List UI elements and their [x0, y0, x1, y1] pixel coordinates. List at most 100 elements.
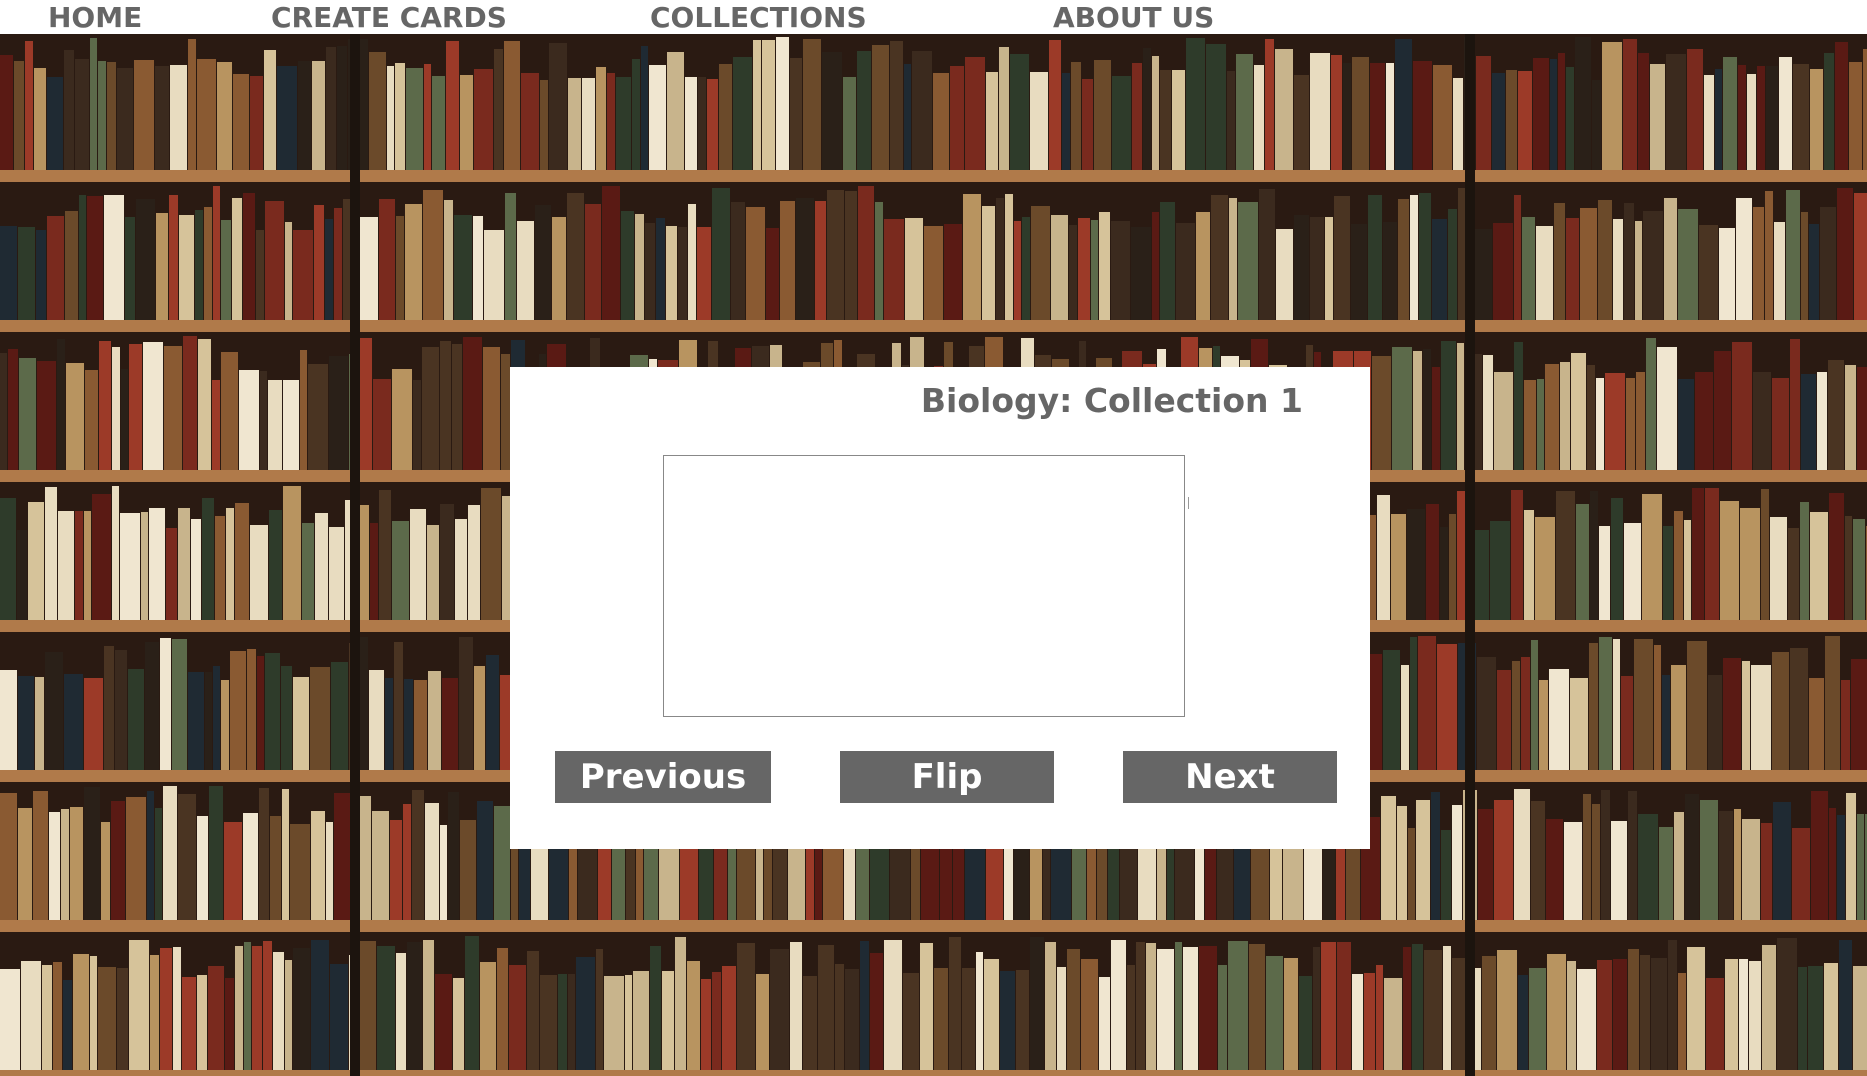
book-spine [73, 954, 89, 1070]
book-spine [1014, 221, 1021, 320]
book-spine [1369, 654, 1382, 770]
book-spine [369, 670, 384, 770]
book-spine [1005, 194, 1013, 320]
book-spine [1772, 652, 1789, 770]
book-spine [776, 37, 789, 170]
book-spine [558, 974, 567, 1070]
book-spine [780, 201, 795, 320]
book-spine [208, 966, 224, 1070]
book-spine [87, 196, 103, 320]
book-spine [1152, 212, 1159, 320]
book-spine [1564, 822, 1582, 920]
book-spine [141, 512, 148, 620]
book-spine [47, 77, 63, 170]
book-spine [34, 68, 46, 170]
book-spine [1845, 365, 1856, 470]
book-spine [37, 361, 56, 470]
book-spine [1829, 493, 1844, 620]
book-spine [1837, 188, 1853, 320]
book-spine [1423, 349, 1431, 470]
book-spine [1664, 198, 1677, 320]
book-spine [1368, 195, 1382, 320]
book-spine [1699, 225, 1718, 320]
book-spine [1372, 356, 1391, 470]
book-spine [1611, 498, 1623, 620]
book-spine [474, 666, 485, 770]
book-spine [1493, 223, 1513, 320]
book-spine [1537, 379, 1544, 470]
book-spine [197, 816, 208, 920]
book-spine [1566, 67, 1574, 170]
book-spine [61, 809, 69, 920]
nav-create-cards-link[interactable]: CREATE CARDS [271, 0, 507, 34]
book-spine [70, 807, 83, 920]
book-spine [1628, 949, 1639, 1070]
book-spine [1706, 978, 1724, 1070]
book-spine [8, 349, 18, 470]
nav-collections-link[interactable]: COLLECTIONS [650, 0, 867, 34]
book-spine [540, 80, 548, 170]
book-spine [233, 74, 249, 170]
previous-button[interactable]: Previous [555, 751, 771, 803]
book-spine [1761, 823, 1772, 920]
book-spine [737, 943, 755, 1070]
shelf-post [350, 34, 360, 1076]
book-spine [1687, 49, 1703, 170]
book-spine [875, 202, 883, 320]
book-spine [1186, 38, 1205, 170]
book-spine [984, 959, 999, 1070]
book-spine [731, 202, 745, 320]
book-spine [1352, 57, 1369, 170]
book-spine [1732, 342, 1752, 470]
book-spine [1704, 75, 1714, 170]
book-spine [884, 940, 902, 1070]
book-spine [753, 40, 761, 170]
book-spine [1160, 70, 1171, 170]
book-spine [1738, 65, 1746, 170]
flashcard-text [664, 456, 1184, 496]
flip-button[interactable]: Flip [840, 751, 1054, 803]
book-spine [259, 788, 269, 920]
book-spine [197, 975, 207, 1070]
book-spine [1514, 342, 1523, 470]
book-spine [265, 201, 284, 320]
book-spine [53, 962, 62, 1070]
book-spine [1790, 648, 1808, 770]
book-spine [1824, 963, 1838, 1070]
book-spine [25, 41, 33, 170]
book-spine [395, 63, 405, 170]
book-spine [688, 204, 696, 320]
nav-about-us-link[interactable]: ABOUT US [1053, 0, 1214, 34]
book-spine [1521, 657, 1530, 770]
book-spine [1196, 212, 1210, 320]
book-spine [126, 797, 146, 920]
book-spine [1265, 39, 1274, 170]
book-spine [1334, 196, 1350, 320]
book-spine [835, 964, 844, 1070]
book-spine [149, 508, 165, 620]
book-spine [396, 216, 404, 320]
book-spine [84, 787, 100, 920]
book-spine [1431, 792, 1440, 920]
book-spine [221, 352, 238, 470]
book-spine [0, 55, 13, 170]
book-spine [480, 962, 496, 1070]
book-spine [1407, 509, 1425, 620]
book-spine [607, 73, 615, 170]
next-button[interactable]: Next [1123, 751, 1337, 803]
book-spine [1567, 961, 1576, 1070]
book-spine [1601, 790, 1610, 920]
book-spine [1624, 523, 1641, 620]
book-spine [1589, 643, 1598, 770]
book-spine [858, 186, 874, 320]
book-spine [213, 666, 220, 770]
book-spine [1313, 947, 1320, 1070]
book-spine [1575, 37, 1591, 170]
book-spine [423, 940, 434, 1070]
shelf-plank [0, 920, 1867, 932]
nav-home-link[interactable]: HOME [48, 0, 142, 34]
book-spine [101, 822, 110, 920]
book-spine [0, 969, 20, 1070]
book-spine [1549, 669, 1569, 770]
flashcard[interactable] [663, 455, 1185, 717]
